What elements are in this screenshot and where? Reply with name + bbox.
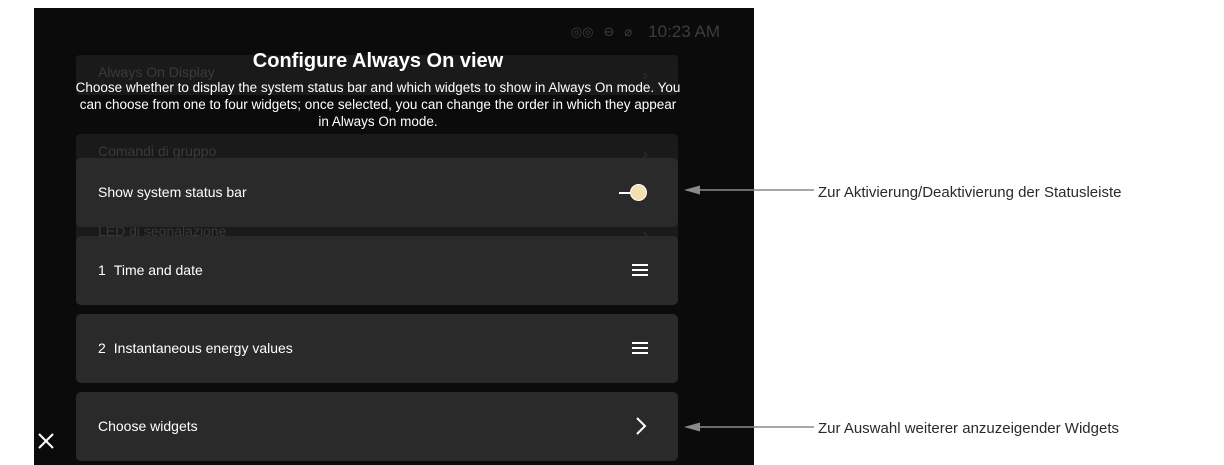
voicemail-icon: ◎◎ <box>570 24 594 39</box>
widget-label: 1 Time and date <box>98 262 203 278</box>
close-icon[interactable] <box>37 432 55 450</box>
status-bar-toggle-row[interactable]: Show system status bar <box>76 158 678 227</box>
do-not-disturb-icon: ⊖ <box>603 24 615 39</box>
widget-number: 2 <box>98 340 106 356</box>
annotation-status-bar: Zur Aktivierung/Deaktivierung der Status… <box>818 184 1122 201</box>
status-bar-toggle-label: Show system status bar <box>98 184 247 200</box>
widget-number: 1 <box>98 262 106 278</box>
drag-handle-icon[interactable] <box>632 264 648 277</box>
no-network-icon: ⌀ <box>624 24 633 39</box>
drag-handle-icon[interactable] <box>632 342 648 355</box>
status-bar-toggle[interactable] <box>619 183 649 203</box>
annotation-choose-widgets: Zur Auswahl weiterer anzuzeigender Widge… <box>818 420 1119 437</box>
device-screen: ◎◎ ⊖ ⌀ 10:23 AM Always On Display › Coma… <box>34 8 754 465</box>
dialog-title: Configure Always On view <box>252 50 504 72</box>
choose-widgets-row[interactable]: Choose widgets <box>76 392 678 461</box>
widget-row-energy-values[interactable]: 2 Instantaneous energy values <box>76 314 678 383</box>
choose-widgets-label: Choose widgets <box>98 418 198 434</box>
dialog-description: Choose whether to display the system sta… <box>75 80 681 129</box>
toggle-thumb <box>630 184 647 201</box>
annotation-arrow-choose-widgets <box>684 422 814 432</box>
status-time: 10:23 AM <box>648 22 720 41</box>
widget-label: 2 Instantaneous energy values <box>98 340 293 356</box>
annotation-arrow-status-bar <box>684 185 814 195</box>
widget-name: Time and date <box>113 262 203 278</box>
widget-row-time-date[interactable]: 1 Time and date <box>76 236 678 305</box>
bg-menu-label: Comandi di gruppo <box>98 143 217 159</box>
system-status-bar: ◎◎ ⊖ ⌀ 10:23 AM <box>571 22 720 42</box>
chevron-right-icon <box>636 417 647 435</box>
widget-name: Instantaneous energy values <box>113 340 293 356</box>
